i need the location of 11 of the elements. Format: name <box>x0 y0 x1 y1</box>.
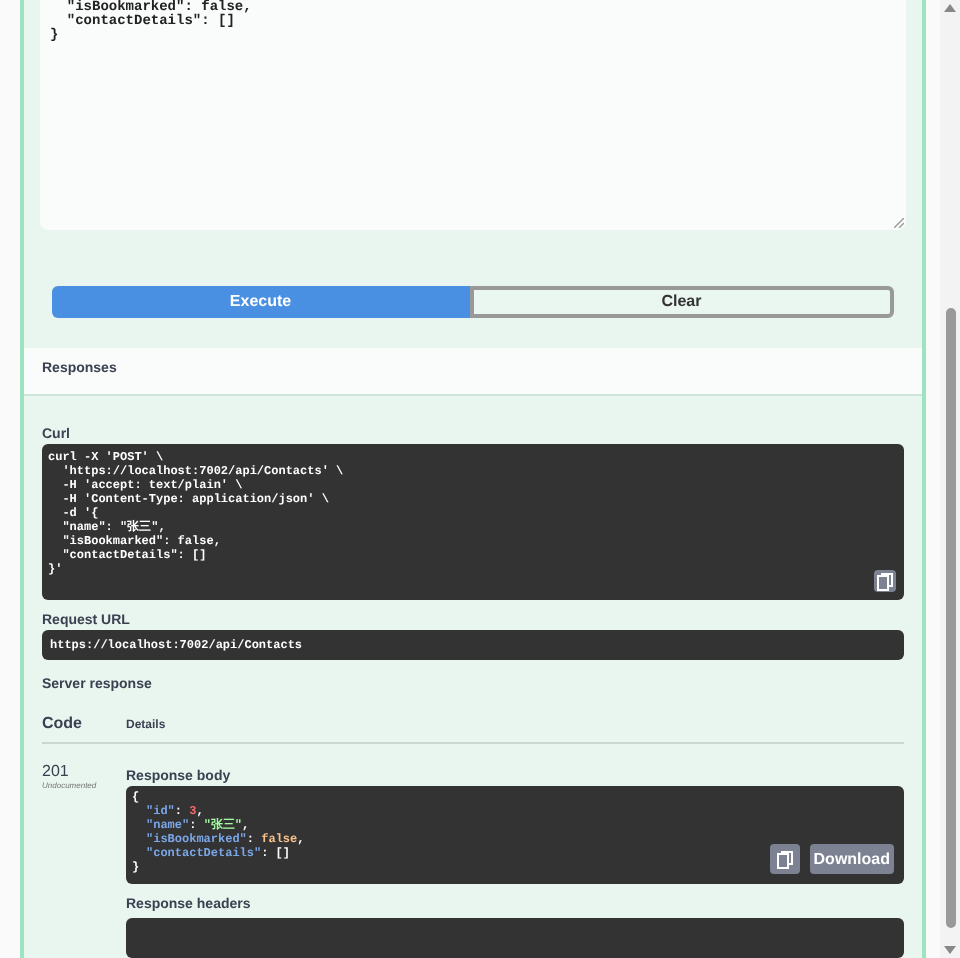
scrollbar[interactable] <box>940 0 960 958</box>
copy-icon[interactable] <box>775 849 794 869</box>
download-button[interactable]: Download <box>809 844 894 874</box>
scrollbar-thumb[interactable] <box>945 308 955 928</box>
copy-button[interactable] <box>769 844 800 874</box>
scroll-up-icon[interactable] <box>944 4 956 12</box>
column-header: Code <box>42 712 84 736</box>
scroll-down-icon[interactable] <box>944 946 956 954</box>
response-code: 201 <box>42 762 71 780</box>
resize-handle-icon[interactable] <box>894 218 904 229</box>
clear-button[interactable]: Clear <box>469 286 894 319</box>
